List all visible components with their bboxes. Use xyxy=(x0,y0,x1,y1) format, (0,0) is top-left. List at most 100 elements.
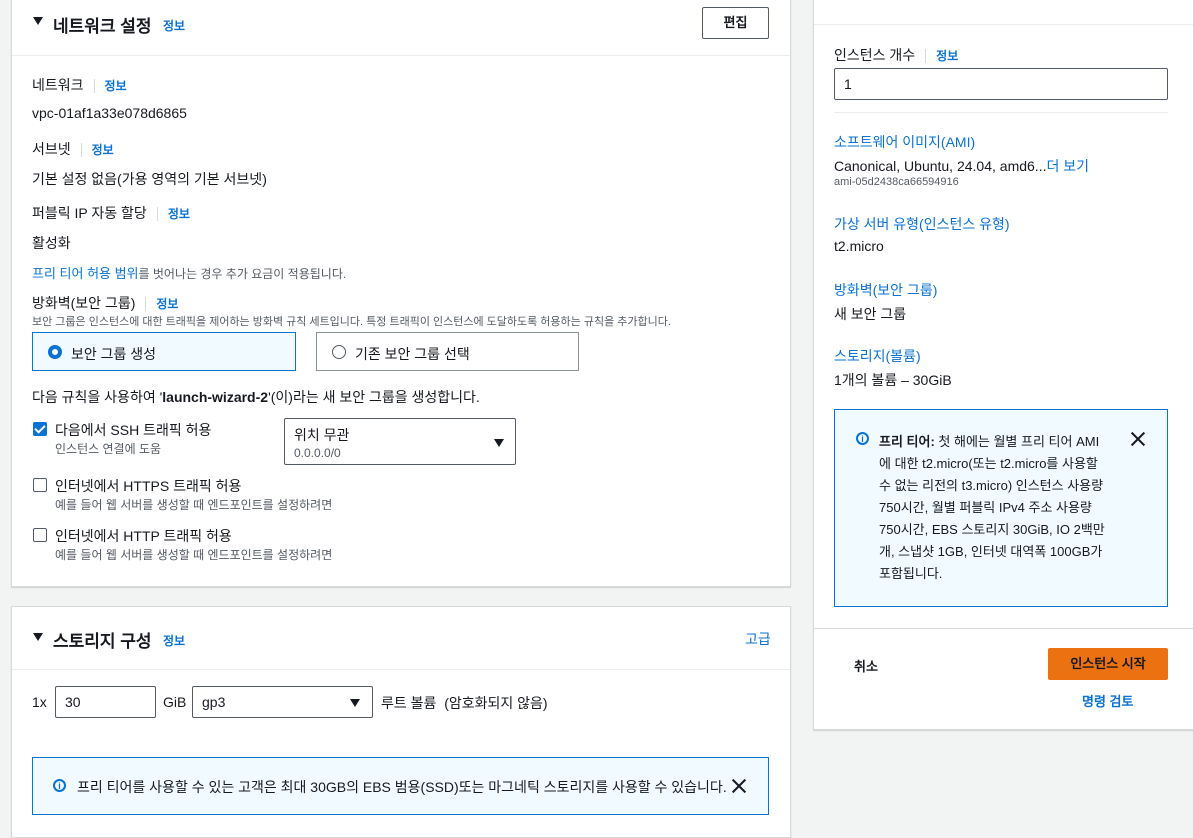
subnet-value: 기본 설정 없음(가용 영역의 기본 서브넷) xyxy=(32,171,267,187)
root-volume-label: 루트 볼륨 (암호화되지 않음) xyxy=(381,693,548,713)
storage-title: 스토리지 구성 xyxy=(53,632,152,651)
info-icon: i xyxy=(53,779,66,792)
storage-value: 1개의 볼륨 – 30GiB xyxy=(834,372,952,388)
divider xyxy=(834,112,1168,113)
radio-selected-icon[interactable] xyxy=(48,345,62,359)
rule-description: 다음 규칙을 사용하여 'launch-wizard-2'(이)라는 새 보안 … xyxy=(32,387,480,407)
https-description: 예를 들어 웹 서버를 생성할 때 엔드포인트를 설정하려면 xyxy=(55,498,333,512)
firewall-info-link[interactable]: 정보 xyxy=(156,297,178,311)
volume-type-value: gp3 xyxy=(202,694,226,710)
free-tier-note-text: 를 벗어나는 경우 추가 요금이 적용됩니다. xyxy=(138,267,347,281)
ami-value-row: Canonical, Ubuntu, 24.04, amd6...더 보기 xyxy=(834,156,1089,176)
ami-link[interactable]: 소프트웨어 이미지(AMI) xyxy=(834,132,975,152)
create-security-group-option[interactable]: 보안 그룹 생성 xyxy=(32,332,296,371)
root-volume-text: 루트 볼륨 xyxy=(381,695,437,711)
storage-header: 스토리지 구성 정보 고급 xyxy=(12,607,790,670)
instance-count-label-row: 인스턴스 개수 정보 xyxy=(834,45,958,65)
free-tier-line: 첫 해에는 월별 프리 티어 AMI xyxy=(938,434,1100,449)
free-tier-line: 750시간, EBS 스토리지 30GiB, IO 2백만 xyxy=(879,522,1105,537)
storage-alert-text: 프리 티어를 사용할 수 있는 고객은 최대 30GB의 EBS 범용(SSD)… xyxy=(77,779,727,795)
free-tier-line: 750시간, 월별 퍼블릭 IPv4 주소 사용량 xyxy=(879,500,1092,515)
instance-type-link[interactable]: 가상 서버 유형(인스턴스 유형) xyxy=(834,214,1010,234)
cancel-button[interactable]: 취소 xyxy=(854,656,878,675)
public-ip-label-row: 퍼블릭 IP 자동 할당 정보 xyxy=(32,203,190,223)
free-tier-link[interactable]: 프리 티어 허용 범위 xyxy=(32,266,139,281)
free-tier-alert-text: 프리 티어: 첫 해에는 월별 프리 티어 AMI 에 대한 t2.micro(… xyxy=(879,431,1124,585)
ami-id: ami-05d2438ca66594916 xyxy=(834,176,959,188)
volume-type-select[interactable]: gp3 xyxy=(192,686,373,718)
ssh-source-select[interactable]: 위치 무관 0.0.0.0/0 xyxy=(284,418,516,465)
http-label: 인터넷에서 HTTP 트래픽 허용 xyxy=(55,528,232,544)
subnet-info-link[interactable]: 정보 xyxy=(92,143,114,157)
firewall-value: 새 보안 그룹 xyxy=(834,306,907,322)
free-tier-line: 포함됩니다. xyxy=(879,566,943,581)
ssh-source-label: 위치 무관 xyxy=(294,427,350,443)
storage-panel: 스토리지 구성 정보 고급 1x 30 GiB gp3 루트 볼륨 (암호화되지… xyxy=(11,606,791,838)
instance-count-info-link[interactable]: 정보 xyxy=(936,49,958,63)
rule-prefix: 다음 규칙을 사용하여 ' xyxy=(32,389,163,405)
ssh-description: 인스턴스 연결에 도움 xyxy=(55,442,162,456)
existing-security-group-label: 기존 보안 그룹 선택 xyxy=(355,346,470,362)
info-icon: i xyxy=(856,432,869,445)
firewall-link[interactable]: 방화벽(보안 그룹) xyxy=(834,280,937,300)
divider xyxy=(80,143,82,158)
public-ip-label: 퍼블릭 IP 자동 할당 xyxy=(32,205,147,221)
divider xyxy=(925,49,927,64)
network-label-info-link[interactable]: 정보 xyxy=(105,79,127,93)
public-ip-info-link[interactable]: 정보 xyxy=(168,207,190,221)
dropdown-caret-icon xyxy=(494,439,504,447)
rule-suffix: '(이)라는 새 보안 그룹을 생성합니다. xyxy=(268,389,480,405)
network-label: 네트워크 xyxy=(32,77,84,93)
https-checkbox[interactable] xyxy=(33,478,47,492)
close-icon[interactable] xyxy=(1130,431,1146,447)
ssh-checkbox[interactable] xyxy=(33,422,47,436)
ssh-label: 다음에서 SSH 트래픽 허용 xyxy=(55,422,212,438)
existing-security-group-option[interactable]: 기존 보안 그룹 선택 xyxy=(316,332,579,371)
https-label: 인터넷에서 HTTPS 트래픽 허용 xyxy=(55,478,242,494)
security-group-name: launch-wizard-2 xyxy=(162,389,269,405)
instance-count-label: 인스턴스 개수 xyxy=(834,47,916,63)
divider xyxy=(814,24,1193,25)
network-label-row: 네트워크 정보 xyxy=(32,75,127,95)
subnet-label: 서브넷 xyxy=(32,141,71,157)
storage-info-link[interactable]: 정보 xyxy=(163,632,185,649)
firewall-label: 방화벽(보안 그룹) xyxy=(32,295,136,311)
free-tier-alert-title: 프리 티어: xyxy=(879,434,935,449)
create-security-group-label: 보안 그룹 생성 xyxy=(71,346,157,362)
ssh-source-value: 0.0.0.0/0 xyxy=(294,446,341,460)
volume-unit: GiB xyxy=(163,694,187,710)
launch-instance-button[interactable]: 인스턴스 시작 xyxy=(1048,648,1168,680)
instance-type-value: t2.micro xyxy=(834,238,884,254)
advanced-link[interactable]: 고급 xyxy=(745,629,771,649)
more-link[interactable]: 더 보기 xyxy=(1046,158,1089,174)
free-tier-line: 에 대한 t2.micro(또는 t2.micro를 사용할 xyxy=(879,456,1098,471)
firewall-label-row: 방화벽(보안 그룹) 정보 xyxy=(32,293,178,313)
divider xyxy=(93,79,95,94)
divider xyxy=(814,628,1193,629)
free-tier-line: 수 없는 리전의 t3.micro) 인스턴스 사용량 xyxy=(879,478,1104,493)
dropdown-caret-icon xyxy=(350,699,360,707)
network-info-link[interactable]: 정보 xyxy=(163,17,185,34)
instance-count-input[interactable]: 1 xyxy=(834,68,1168,100)
storage-free-tier-alert: i 프리 티어를 사용할 수 있는 고객은 최대 30GB의 EBS 범용(SS… xyxy=(32,757,769,815)
http-checkbox[interactable] xyxy=(33,528,47,542)
http-description: 예를 들어 웹 서버를 생성할 때 엔드포인트를 설정하려면 xyxy=(55,548,333,562)
network-settings-header: 네트워크 설정 정보 편집 xyxy=(12,0,790,56)
collapse-caret-icon[interactable] xyxy=(33,633,43,641)
collapse-caret-icon[interactable] xyxy=(33,17,43,25)
divider xyxy=(145,297,147,312)
firewall-description: 보안 그룹은 인스턴스에 대한 트래픽을 제어하는 방화벽 규칙 세트입니다. … xyxy=(32,316,671,328)
volume-count: 1x xyxy=(32,694,47,710)
network-settings-panel: 네트워크 설정 정보 편집 네트워크 정보 vpc-01af1a33e078d68… xyxy=(11,0,791,587)
edit-button[interactable]: 편집 xyxy=(702,7,769,39)
review-commands-link[interactable]: 명령 검토 xyxy=(1082,691,1133,710)
free-tier-note: 프리 티어 허용 범위를 벗어나는 경우 추가 요금이 적용됩니다. xyxy=(32,263,346,282)
storage-link[interactable]: 스토리지(볼륨) xyxy=(834,346,921,366)
network-value: vpc-01af1a33e078d6865 xyxy=(32,105,187,121)
public-ip-value: 활성화 xyxy=(32,235,71,251)
divider xyxy=(156,207,158,222)
volume-size-input[interactable]: 30 xyxy=(55,686,156,718)
close-icon[interactable] xyxy=(731,778,747,794)
summary-panel: 인스턴스 개수 정보 1 소프트웨어 이미지(AMI) Canonical, Ub… xyxy=(813,0,1193,730)
radio-unselected-icon[interactable] xyxy=(332,345,346,359)
